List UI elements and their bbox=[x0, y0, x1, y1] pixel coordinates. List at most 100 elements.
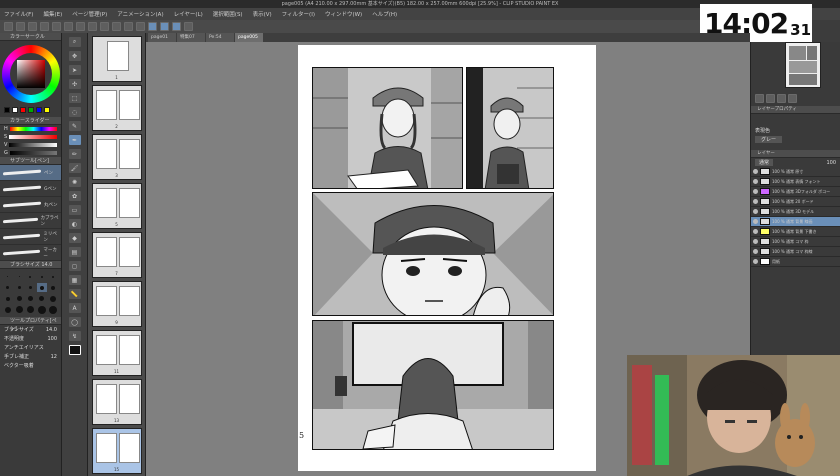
layer-row[interactable]: 100 % 通常 表情 フォント bbox=[751, 177, 840, 187]
pen-icon[interactable]: ✒ bbox=[68, 135, 81, 145]
tab-special07[interactable]: 特集07 bbox=[177, 33, 205, 42]
redo-icon[interactable] bbox=[52, 22, 61, 31]
eraser-icon[interactable]: ▭ bbox=[68, 205, 81, 215]
eye-icon[interactable] bbox=[753, 239, 758, 244]
brush-icon[interactable]: 🖌 bbox=[68, 163, 81, 173]
swatch-black[interactable] bbox=[4, 107, 10, 113]
size-15[interactable] bbox=[26, 294, 35, 303]
menu-page[interactable]: ページ管理(P) bbox=[72, 10, 107, 18]
correct-line-icon[interactable]: ↯ bbox=[68, 331, 81, 341]
rotate-icon[interactable] bbox=[777, 93, 786, 103]
size-10[interactable] bbox=[3, 294, 12, 303]
open-icon[interactable] bbox=[16, 22, 25, 31]
brush-milli-pen[interactable]: ミリペン bbox=[0, 229, 61, 245]
menu-help[interactable]: ヘルプ(H) bbox=[372, 10, 397, 18]
invert-icon[interactable] bbox=[100, 22, 109, 31]
operation-icon[interactable]: ➤ bbox=[68, 65, 81, 75]
blend-icon[interactable]: ◐ bbox=[68, 219, 81, 229]
eyedropper-icon[interactable]: ✎ bbox=[68, 121, 81, 131]
undo-icon[interactable] bbox=[40, 22, 49, 31]
brush-pen[interactable]: ペン bbox=[0, 165, 61, 181]
eye-icon[interactable] bbox=[753, 219, 758, 224]
prop-brush-size[interactable]: ブラシサイズ 14.0 bbox=[0, 325, 61, 334]
layer-row[interactable]: 100 % 通常 3D モデル bbox=[751, 207, 840, 217]
layer-opacity[interactable]: 100 bbox=[826, 160, 836, 166]
page-thumb-9[interactable]: 9 bbox=[91, 281, 142, 327]
page-thumb-1[interactable]: 1 bbox=[91, 36, 142, 82]
navigator-thumbnail[interactable] bbox=[785, 42, 821, 88]
prop-antialias[interactable]: アンチエイリアス bbox=[0, 343, 61, 352]
eye-icon[interactable] bbox=[753, 179, 758, 184]
eye-icon[interactable] bbox=[753, 259, 758, 264]
size-5[interactable] bbox=[14, 283, 23, 292]
zoom-out-icon[interactable] bbox=[755, 93, 764, 103]
balloon-icon[interactable]: ◯ bbox=[68, 317, 81, 327]
fill-icon[interactable]: ◆ bbox=[68, 233, 81, 243]
guide-icon[interactable] bbox=[136, 22, 145, 31]
eye-icon[interactable] bbox=[753, 169, 758, 174]
menu-filter[interactable]: フィルター(I) bbox=[282, 10, 315, 18]
zoom-icon[interactable]: ⌕ bbox=[68, 37, 81, 47]
grid-icon[interactable] bbox=[124, 22, 133, 31]
page-thumb-15[interactable]: 15 bbox=[91, 428, 142, 474]
layer-row[interactable]: 用紙 bbox=[751, 257, 840, 267]
tab-page005[interactable]: page005 bbox=[235, 33, 263, 42]
gradient-icon[interactable]: ▤ bbox=[68, 247, 81, 257]
size-4[interactable] bbox=[3, 283, 12, 292]
clear-icon[interactable] bbox=[64, 22, 73, 31]
manga-page[interactable]: 5 bbox=[298, 45, 596, 471]
size-17[interactable] bbox=[37, 294, 46, 303]
size-40[interactable] bbox=[26, 305, 35, 314]
new-icon[interactable] bbox=[4, 22, 13, 31]
snap-guide-icon[interactable] bbox=[160, 22, 169, 31]
prop-correction[interactable]: 手ブレ補正 12 bbox=[0, 352, 61, 361]
size-7[interactable] bbox=[37, 283, 47, 292]
size-2-5[interactable] bbox=[37, 272, 46, 281]
eye-icon[interactable] bbox=[753, 189, 758, 194]
size-12[interactable] bbox=[14, 294, 23, 303]
display-color-select[interactable]: グレー bbox=[751, 135, 840, 144]
layer-row[interactable]: 100 % 通常 コマ 枠線 bbox=[751, 247, 840, 257]
size-8[interactable] bbox=[49, 283, 58, 292]
size-3[interactable] bbox=[49, 272, 58, 281]
snap-grid-icon[interactable] bbox=[172, 22, 181, 31]
figure-icon[interactable]: ◻ bbox=[68, 261, 81, 271]
page-thumb-2[interactable]: 2 bbox=[91, 85, 142, 131]
menu-window[interactable]: ウィンドウ(W) bbox=[325, 10, 362, 18]
page-thumb-3[interactable]: 3 bbox=[91, 134, 142, 180]
layer-row[interactable]: 100 % 通常 20 ボード bbox=[751, 197, 840, 207]
prop-opacity[interactable]: 不透明度 100 bbox=[0, 334, 61, 343]
eye-icon[interactable] bbox=[753, 249, 758, 254]
size-30[interactable] bbox=[14, 305, 23, 314]
saturation-slider[interactable]: S bbox=[0, 133, 61, 141]
decoration-icon[interactable]: ✿ bbox=[68, 191, 81, 201]
eye-icon[interactable] bbox=[753, 209, 758, 214]
deselect-icon[interactable] bbox=[88, 22, 97, 31]
brush-marker[interactable]: マーカー bbox=[0, 245, 61, 261]
menu-layer[interactable]: レイヤー(L) bbox=[174, 10, 203, 18]
page-thumb-13[interactable]: 13 bbox=[91, 379, 142, 425]
page-thumb-7[interactable]: 7 bbox=[91, 232, 142, 278]
layer-row[interactable]: 100 % 通常 背景 下書き bbox=[751, 227, 840, 237]
ruler-icon[interactable] bbox=[112, 22, 121, 31]
size-60[interactable] bbox=[49, 305, 58, 314]
blend-mode-select[interactable]: 通常 bbox=[755, 159, 774, 166]
zoom-in-icon[interactable] bbox=[766, 93, 775, 103]
frame-icon[interactable]: ▦ bbox=[68, 275, 81, 285]
swatch-green[interactable] bbox=[28, 107, 34, 113]
swatch-yellow[interactable] bbox=[44, 107, 50, 113]
swatch-white[interactable] bbox=[12, 107, 18, 113]
size-2[interactable] bbox=[26, 272, 35, 281]
layer-row[interactable]: 100 % 通常 原寸 bbox=[751, 167, 840, 177]
move-icon[interactable]: ✥ bbox=[68, 51, 81, 61]
menu-animation[interactable]: アニメーション(A) bbox=[117, 10, 163, 18]
menu-select[interactable]: 選択範囲(S) bbox=[213, 10, 243, 18]
value-slider[interactable]: V bbox=[0, 141, 61, 149]
layer-row[interactable]: 100 % 通常 3Dフォルダ ボコー bbox=[751, 187, 840, 197]
size-20[interactable] bbox=[49, 294, 58, 303]
main-color-swatch[interactable] bbox=[68, 345, 81, 355]
transform-icon[interactable] bbox=[76, 22, 85, 31]
layer-move-icon[interactable]: ✣ bbox=[68, 79, 81, 89]
menu-view[interactable]: 表示(V) bbox=[253, 10, 272, 18]
brush-kabura-pen[interactable]: カブラペン bbox=[0, 213, 61, 229]
